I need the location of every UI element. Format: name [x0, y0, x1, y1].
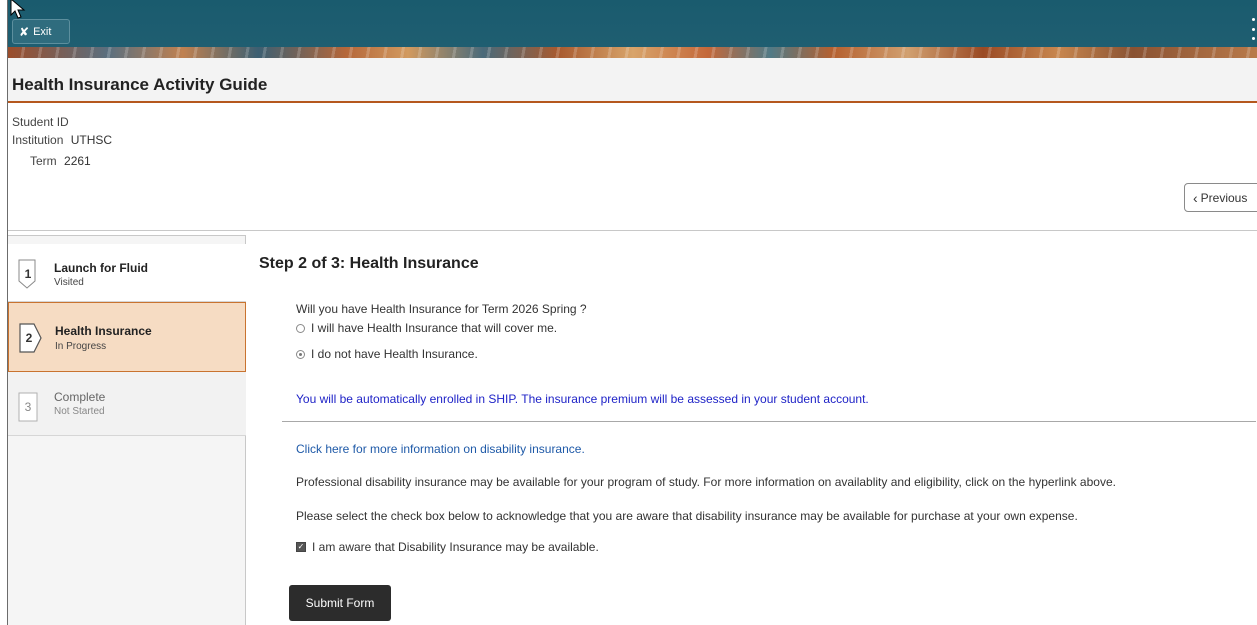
step-item-complete[interactable]: 3 Complete Not Started — [8, 372, 246, 436]
previous-button[interactable]: ‹ Previous — [1184, 183, 1257, 212]
previous-label: Previous — [1200, 190, 1248, 205]
step-title: Launch for Fluid — [54, 261, 148, 275]
option-label: I do not have Health Insurance. — [311, 347, 478, 361]
exit-icon: ✘ — [19, 24, 30, 39]
radio-button[interactable] — [296, 323, 305, 333]
chevron-left-icon: ‹ — [1193, 189, 1198, 206]
insurance-question: Will you have Health Insurance for Term … — [296, 302, 587, 316]
page-title-bar: Health Insurance Activity Guide — [8, 58, 1257, 103]
term-label: Term — [30, 154, 57, 168]
step-item-health-insurance[interactable]: 2 Health Insurance In Progress — [8, 302, 246, 372]
exit-label: Exit — [33, 25, 52, 38]
banner-background — [8, 0, 1257, 47]
step-content: Step 2 of 3: Health Insurance Will you h… — [246, 235, 1257, 625]
disability-info-link[interactable]: Click here for more information on disab… — [296, 442, 585, 456]
mouse-cursor-icon — [10, 0, 26, 19]
step-status: Visited — [54, 277, 84, 288]
more-actions-icon[interactable] — [1250, 18, 1256, 40]
step-item-launch-for-fluid[interactable]: 1 Launch for Fluid Visited — [8, 244, 246, 302]
option-have-insurance[interactable]: I will have Health Insurance that will c… — [296, 321, 557, 335]
step-heading: Step 2 of 3: Health Insurance — [259, 255, 479, 272]
enrollment-notice: You will be automatically enrolled in SH… — [296, 392, 869, 406]
step-number: 2 — [25, 331, 33, 345]
step-number: 3 — [24, 400, 32, 414]
student-id-label: Student ID — [12, 115, 69, 129]
step-status: In Progress — [55, 341, 107, 352]
disability-info-text: Professional disability insurance may be… — [296, 475, 1116, 489]
submit-form-button[interactable]: Submit Form — [289, 585, 391, 621]
section-divider — [282, 421, 1256, 422]
activity-guide-page: ✘ Exit Health Insurance Activity Guide S… — [7, 0, 1257, 625]
student-id-row: Student ID — [12, 115, 73, 129]
steps-sidebar: 1 Launch for Fluid Visited 2 Health Insu… — [8, 235, 246, 625]
radio-button-selected[interactable] — [296, 349, 305, 359]
step-title: Health Insurance — [55, 324, 152, 338]
term-row: Term 2261 — [30, 154, 91, 168]
term-value: 2261 — [64, 154, 91, 168]
exit-button[interactable]: ✘ Exit — [12, 19, 70, 44]
institution-row: Institution UTHSC — [12, 133, 112, 147]
acknowledge-instructions: Please select the check box below to ack… — [296, 509, 1078, 523]
page-title: Health Insurance Activity Guide — [12, 75, 268, 94]
disability-ack-checkbox-row[interactable]: ✓ I am aware that Disability Insurance m… — [296, 540, 599, 554]
step-status: Not Started — [54, 406, 105, 417]
option-label: I will have Health Insurance that will c… — [311, 321, 558, 335]
top-banner: ✘ Exit — [8, 0, 1257, 58]
banner-pattern — [8, 47, 1257, 58]
step-number: 1 — [24, 267, 32, 281]
step-title: Complete — [54, 390, 106, 404]
option-no-insurance[interactable]: I do not have Health Insurance. — [296, 347, 478, 361]
checkbox-checked[interactable]: ✓ — [296, 542, 306, 552]
institution-value: UTHSC — [70, 133, 113, 147]
institution-label: Institution — [12, 133, 64, 147]
student-info-panel: Student ID Institution UTHSC Term 2261 ‹… — [8, 103, 1257, 231]
checkbox-label: I am aware that Disability Insurance may… — [312, 540, 599, 554]
